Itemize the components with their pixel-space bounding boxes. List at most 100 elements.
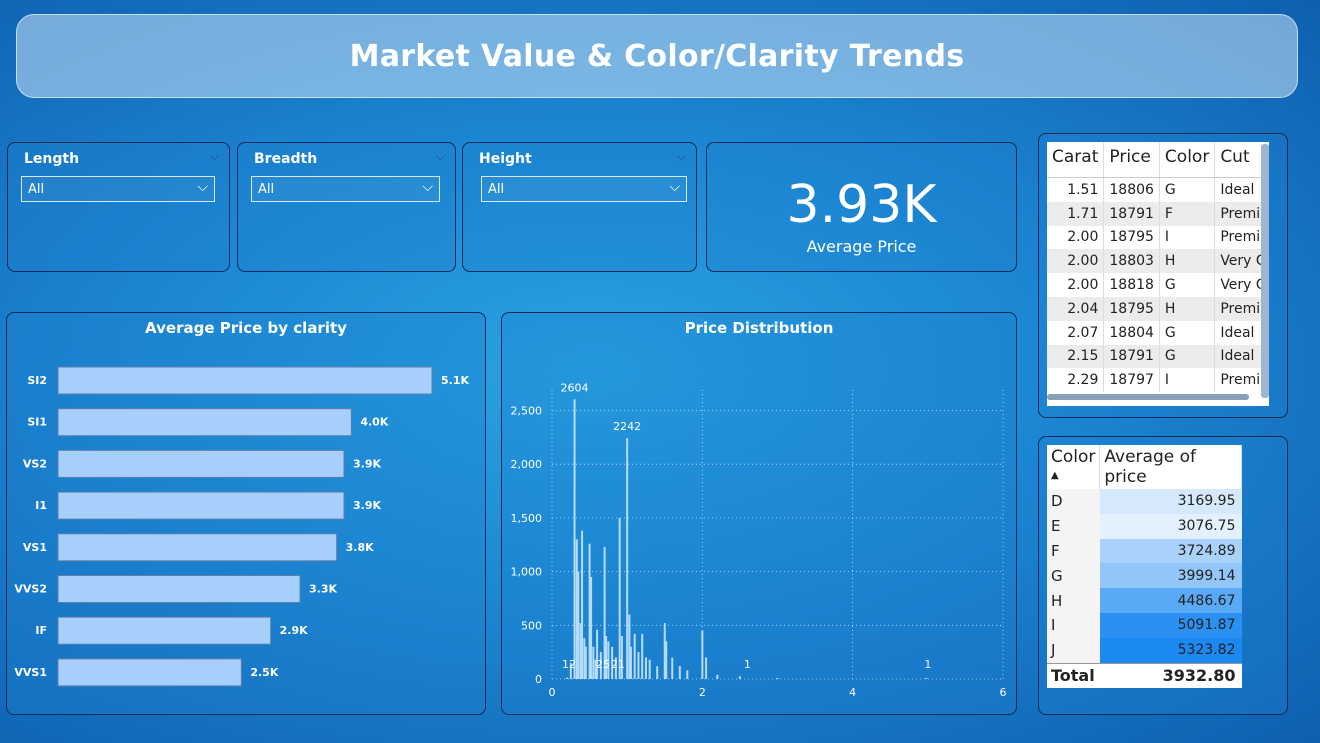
histogram-bar[interactable]	[573, 399, 576, 679]
chevron-down-icon[interactable]: ⌵	[210, 149, 219, 164]
table-row[interactable]: D 3169.95	[1047, 489, 1242, 514]
table-row[interactable]: I 5091.87	[1047, 612, 1242, 638]
table-row[interactable]: 2.15 18791 G Ideal	[1047, 344, 1269, 369]
table-row[interactable]: 1.7118791FPremium	[1047, 201, 1269, 226]
vertical-scrollbar[interactable]	[1261, 144, 1269, 398]
bar[interactable]	[57, 575, 301, 603]
histogram-bar[interactable]	[644, 657, 647, 679]
histogram-bar[interactable]	[738, 676, 741, 679]
histogram-bar[interactable]	[592, 646, 595, 679]
column-header-average[interactable]: Average of price	[1099, 445, 1242, 489]
cell-color: H	[1159, 249, 1216, 274]
table-row[interactable]: E 3076.75	[1047, 513, 1242, 539]
bar[interactable]	[57, 658, 242, 687]
cell-average-price: 3999.14	[1099, 563, 1242, 589]
dropdown-value: All	[28, 181, 45, 197]
table-row[interactable]: F 3724.89	[1047, 538, 1242, 564]
cell-color: F	[1159, 201, 1216, 226]
histogram-bar[interactable]	[656, 666, 659, 679]
histogram-bar[interactable]	[633, 633, 636, 679]
diamond-table[interactable]: Carat Price Color Cut 1.51 18806 G Ideal 1.71 18…	[1047, 142, 1269, 406]
histogram-bar[interactable]	[584, 646, 587, 679]
y-tick-label: 2,500	[511, 404, 543, 417]
cell-color: D	[1047, 489, 1100, 514]
histogram-bar[interactable]	[596, 629, 599, 679]
table-row[interactable]: 2.0018803HVery Good	[1047, 249, 1269, 274]
histogram-bar[interactable]	[566, 677, 569, 679]
bar[interactable]	[57, 408, 352, 437]
data-label: 12	[562, 658, 576, 671]
histogram-bar[interactable]	[590, 576, 593, 679]
data-label: 4.0K	[360, 416, 388, 429]
total-row: Total 3932.80	[1047, 662, 1242, 689]
diamond-table-panel: Carat Price Color Cut 1.51 18806 G Ideal 1.71 18…	[1038, 133, 1288, 418]
cell-color: H	[1047, 588, 1100, 613]
histogram-bar[interactable]	[776, 678, 779, 679]
table-row[interactable]: 2.0018818GVery Good	[1047, 273, 1269, 297]
total-label: Total	[1047, 662, 1100, 689]
chevron-down-icon[interactable]: ⌵	[436, 149, 445, 164]
cell-color: F	[1047, 538, 1100, 564]
histogram-bar[interactable]	[705, 657, 708, 679]
height-dropdown[interactable]: All ⌵	[481, 176, 687, 202]
kpi-card: 3.93K Average Price	[706, 142, 1017, 272]
bar[interactable]	[57, 449, 345, 478]
table-row[interactable]: G 3999.14	[1047, 563, 1242, 589]
cell-carat: 2.00	[1047, 273, 1105, 297]
kpi-value: 3.93K	[786, 175, 937, 235]
data-label: 1	[744, 658, 751, 671]
category-label: IF	[35, 624, 47, 637]
report-title: Market Value & Color/Clarity Trends	[349, 38, 965, 74]
clarity-bar-chart[interactable]: SI2 5.1K SI1 4.0K VS2 3.9K I1 3.9K VS1 3.8K VVS2 3.…	[7, 313, 485, 714]
table-row[interactable]: 1.51 18806 G Ideal	[1047, 177, 1269, 202]
table-row[interactable]: H 4486.67	[1047, 588, 1242, 613]
total-value: 3932.80	[1099, 662, 1242, 689]
column-header-color[interactable]: Color	[1159, 142, 1216, 178]
cell-average-price: 3169.95	[1099, 489, 1242, 514]
data-label: 3.8K	[346, 541, 374, 554]
bar[interactable]	[57, 491, 345, 520]
histogram-bar[interactable]	[665, 641, 668, 679]
cell-carat: 2.00	[1047, 225, 1105, 250]
histogram-bar[interactable]	[618, 517, 621, 679]
x-tick-label: 4	[849, 686, 856, 699]
histogram-bar[interactable]	[671, 657, 674, 679]
table-row[interactable]: 2.0018795IPremium	[1047, 225, 1269, 250]
histogram-bar[interactable]	[716, 674, 719, 679]
breadth-dropdown[interactable]: All ⌵	[251, 176, 440, 202]
length-dropdown[interactable]: All ⌵	[21, 176, 215, 202]
histogram-bar[interactable]	[641, 633, 644, 679]
column-header-color[interactable]: Color ▲	[1047, 445, 1101, 489]
histogram-bar[interactable]	[626, 438, 629, 679]
histogram-bar[interactable]	[925, 678, 928, 679]
histogram-bar[interactable]	[678, 666, 681, 679]
table-row[interactable]: 2.0418795HPremium	[1047, 296, 1269, 321]
table-row[interactable]: 2.2918797IPremium	[1047, 368, 1269, 393]
table-row[interactable]: 2.07 18804 G Ideal	[1047, 320, 1269, 345]
column-header-carat[interactable]: Carat	[1047, 142, 1105, 178]
cell-price: 18791	[1103, 201, 1160, 226]
column-header-price[interactable]: Price	[1103, 142, 1160, 178]
chevron-down-icon[interactable]: ⌵	[677, 149, 686, 164]
horizontal-scrollbar[interactable]	[1047, 394, 1249, 400]
bar[interactable]	[57, 366, 433, 395]
histogram-bar[interactable]	[686, 670, 689, 679]
histogram-bar[interactable]	[701, 630, 704, 679]
histogram-bar[interactable]	[629, 646, 632, 679]
cell-carat: 2.29	[1047, 368, 1105, 393]
data-label: 3.9K	[353, 457, 381, 470]
y-tick-label: 2,000	[511, 458, 543, 471]
data-label: 3.3K	[309, 583, 337, 596]
histogram-bar[interactable]	[648, 659, 651, 679]
y-tick-label: 1,000	[511, 566, 543, 579]
histogram-bar[interactable]	[581, 530, 584, 679]
category-label: I1	[35, 499, 47, 512]
histogram-bar[interactable]	[637, 652, 640, 679]
y-tick-label: 0	[535, 673, 542, 686]
histogram-bar[interactable]	[577, 571, 580, 679]
price-distribution-chart[interactable]: 0 500 1,000 1,500 2,000 2,500 0 2 4 6 2604 2242 12 25…	[502, 313, 1016, 714]
data-label: 3.9K	[353, 499, 381, 512]
table-row[interactable]: J 5323.82	[1047, 637, 1242, 664]
bar[interactable]	[57, 616, 272, 645]
bar[interactable]	[57, 533, 338, 562]
